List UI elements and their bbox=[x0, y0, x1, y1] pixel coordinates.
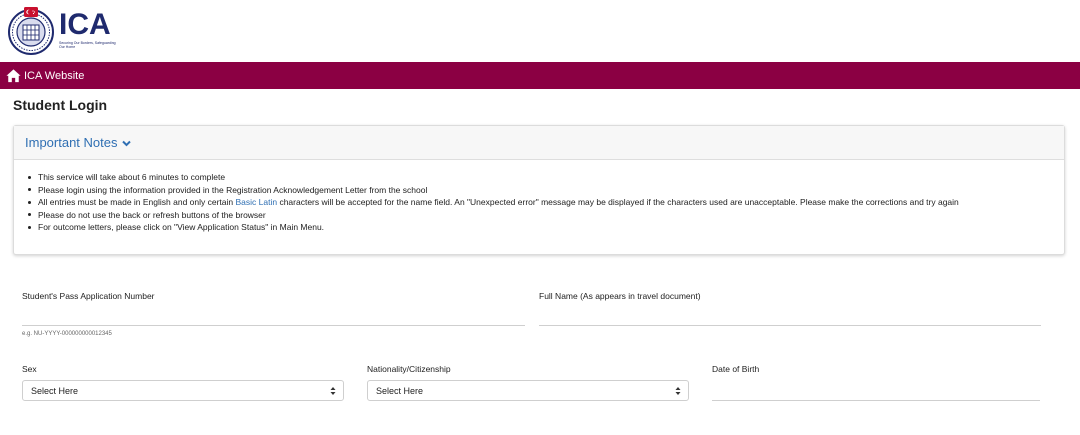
ica-logo[interactable]: ICA Securing Our Borders, Safeguarding O… bbox=[6, 5, 119, 55]
important-notes-panel: Important Notes This service will take a… bbox=[13, 125, 1065, 255]
sex-label: Sex bbox=[22, 364, 37, 374]
dob-label: Date of Birth bbox=[712, 364, 760, 374]
notes-list: This service will take about 6 minutes t… bbox=[14, 160, 1064, 234]
nav-label: ICA Website bbox=[24, 69, 85, 82]
logo-wordmark: ICA bbox=[59, 8, 111, 41]
nationality-select[interactable]: Select Here bbox=[367, 380, 689, 401]
list-item: All entries must be made in English and … bbox=[28, 196, 1064, 209]
list-item: This service will take about 6 minutes t… bbox=[28, 171, 1064, 184]
full-name-input[interactable] bbox=[539, 325, 1041, 326]
note-text: characters will be accepted for the name… bbox=[277, 197, 959, 208]
important-notes-toggle[interactable]: Important Notes bbox=[14, 126, 1064, 160]
pass-number-label: Student's Pass Application Number bbox=[22, 291, 155, 301]
notes-title: Important Notes bbox=[25, 135, 118, 150]
sex-selected-value: Select Here bbox=[31, 385, 79, 396]
page-title: Student Login bbox=[13, 97, 108, 113]
list-item: Please login using the information provi… bbox=[28, 184, 1064, 197]
ica-website-link[interactable]: ICA Website bbox=[6, 68, 84, 83]
nationality-selected-value: Select Here bbox=[376, 385, 424, 396]
pass-number-hint: e.g. NU-YYYY-000000000012345 bbox=[22, 331, 112, 337]
chevron-down-icon bbox=[121, 134, 131, 152]
nationality-label: Nationality/Citizenship bbox=[367, 364, 451, 374]
list-item: Please do not use the back or refresh bu… bbox=[28, 209, 1064, 222]
pass-number-input[interactable] bbox=[22, 325, 525, 326]
top-navbar: ICA Website bbox=[0, 62, 1080, 89]
logo-tagline: Securing Our Borders, Safeguarding Our H… bbox=[59, 41, 116, 49]
list-item: For outcome letters, please click on "Vi… bbox=[28, 221, 1064, 234]
dob-input[interactable] bbox=[712, 400, 1040, 401]
note-text: All entries must be made in English and … bbox=[38, 197, 236, 208]
site-header: ICA Securing Our Borders, Safeguarding O… bbox=[0, 0, 1080, 62]
home-icon bbox=[6, 69, 21, 83]
ica-seal-icon bbox=[6, 5, 56, 55]
sex-select[interactable]: Select Here bbox=[22, 380, 344, 401]
basic-latin-link[interactable]: Basic Latin bbox=[236, 197, 278, 207]
select-arrows-icon bbox=[330, 387, 336, 395]
full-name-label: Full Name (As appears in travel document… bbox=[539, 291, 701, 301]
select-arrows-icon bbox=[675, 387, 681, 395]
